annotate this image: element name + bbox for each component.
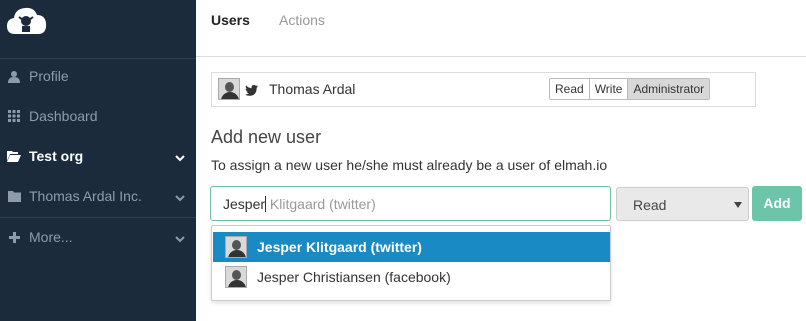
- sidebar-item-dashboard[interactable]: Dashboard: [0, 96, 196, 136]
- avatar: [218, 78, 240, 100]
- folder-open-icon: [7, 149, 21, 163]
- suggestion-item[interactable]: Jesper Klitgaard (twitter): [213, 232, 610, 262]
- sidebar-item-label: Test org: [29, 148, 84, 164]
- user-row: Thomas Ardal Read Write Administrator: [211, 72, 756, 107]
- autocomplete-dropdown: Jesper Klitgaard (twitter) Jesper Christ…: [211, 225, 611, 301]
- role-select-value: Read: [633, 197, 667, 213]
- suggestion-item[interactable]: Jesper Christiansen (facebook): [213, 262, 610, 292]
- sidebar: Profile Dashboard Test org Thomas Ardal …: [0, 0, 196, 321]
- sidebar-item-profile[interactable]: Profile: [0, 56, 196, 96]
- chevron-down-icon[interactable]: [175, 231, 185, 243]
- sidebar-item-label: More...: [29, 229, 73, 245]
- sidebar-item-test-org[interactable]: Test org: [0, 136, 196, 176]
- role-select[interactable]: Read: [616, 187, 749, 221]
- section-title: Add new user: [211, 127, 322, 147]
- avatar: [225, 236, 247, 258]
- user-icon: [7, 69, 21, 83]
- chevron-down-icon[interactable]: [175, 190, 185, 202]
- role-administrator-button[interactable]: Administrator: [628, 79, 710, 99]
- tab-bar: Users Actions: [196, 0, 806, 57]
- suggestion-label: Jesper Christiansen (facebook): [257, 269, 451, 285]
- role-write-button[interactable]: Write: [589, 79, 629, 99]
- sidebar-item-thomas-ardal-inc[interactable]: Thomas Ardal Inc.: [0, 176, 196, 216]
- role-toggle-group: Read Write Administrator: [549, 78, 711, 100]
- sidebar-item-more[interactable]: More...: [0, 217, 196, 257]
- tab-users[interactable]: Users: [211, 12, 250, 28]
- tab-actions[interactable]: Actions: [279, 12, 325, 28]
- input-autocomplete-hint: Klitgaard (twitter): [266, 196, 376, 212]
- avatar: [225, 266, 247, 288]
- plus-icon: [7, 230, 21, 244]
- cloud-logo-icon[interactable]: [5, 4, 49, 38]
- twitter-icon: [245, 83, 258, 101]
- sidebar-item-label: Thomas Ardal Inc.: [29, 188, 142, 204]
- section-description: To assign a new user he/she must already…: [211, 157, 608, 173]
- input-typed-text: Jesper: [223, 196, 266, 212]
- sidebar-item-label: Dashboard: [29, 108, 98, 124]
- grid-icon: [7, 109, 21, 123]
- chevron-down-icon[interactable]: [175, 150, 185, 162]
- role-read-button[interactable]: Read: [550, 79, 590, 99]
- user-search-input[interactable]: Jesper Klitgaard (twitter): [210, 186, 611, 221]
- suggestion-label: Jesper Klitgaard (twitter): [257, 239, 422, 255]
- user-name: Thomas Ardal: [269, 81, 356, 97]
- sidebar-item-label: Profile: [29, 68, 69, 84]
- caret-down-icon: [734, 202, 742, 208]
- folder-icon: [7, 189, 21, 203]
- add-user-button[interactable]: Add: [752, 186, 802, 221]
